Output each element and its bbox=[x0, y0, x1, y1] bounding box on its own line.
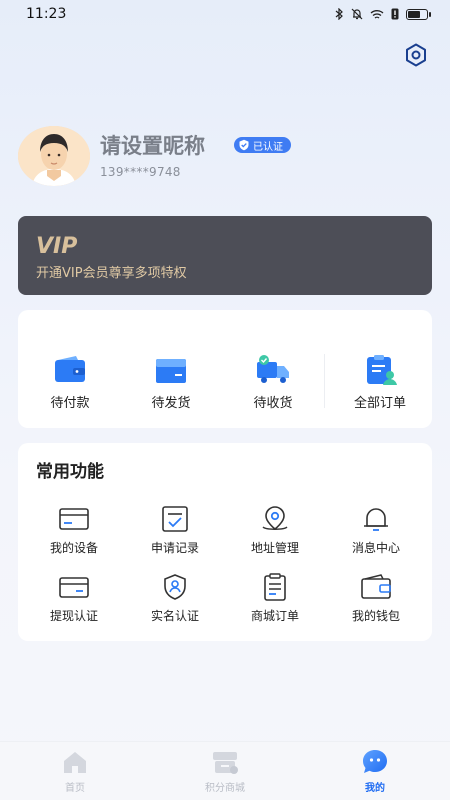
wallet-icon bbox=[55, 356, 85, 382]
order-label: 全部订单 bbox=[353, 396, 406, 411]
fn-my-wallet[interactable]: 我的钱包 bbox=[326, 573, 426, 624]
mine-icon bbox=[363, 750, 387, 773]
fn-label: 实名认证 bbox=[150, 609, 199, 623]
verified-label: 已认证 bbox=[253, 141, 283, 153]
bell-icon bbox=[364, 508, 388, 531]
fn-mall-orders[interactable]: 商城订单 bbox=[225, 573, 325, 624]
shield-user-icon bbox=[164, 574, 186, 600]
fn-message-center[interactable]: 消息中心 bbox=[326, 505, 426, 556]
vip-logo: VIP bbox=[36, 234, 77, 256]
fn-label: 商城订单 bbox=[250, 609, 299, 623]
tab-home[interactable]: 首页 bbox=[25, 748, 125, 794]
fn-label: 提现认证 bbox=[49, 609, 98, 623]
order-divider bbox=[324, 354, 325, 408]
nickname[interactable]: 请设置昵称 bbox=[100, 130, 205, 160]
orders-list-icon bbox=[367, 355, 397, 385]
vip-subtitle: 开通VIP会员尊享多项特权 bbox=[36, 266, 187, 281]
fn-my-devices[interactable]: 我的设备 bbox=[24, 505, 124, 556]
order-label: 待收货 bbox=[253, 396, 293, 411]
bluetooth-icon bbox=[335, 8, 343, 20]
avatar-illustration bbox=[18, 126, 90, 186]
svg-text:VIP: VIP bbox=[36, 234, 77, 256]
fn-label: 我的钱包 bbox=[351, 609, 400, 623]
truck-icon bbox=[257, 355, 289, 383]
fn-label: 申请记录 bbox=[150, 541, 199, 555]
record-icon bbox=[162, 506, 188, 532]
verified-badge: 已认证 bbox=[234, 137, 291, 153]
tab-points-mall[interactable]: 积分商城 bbox=[175, 748, 275, 794]
location-icon bbox=[262, 506, 288, 531]
wifi-icon bbox=[370, 9, 384, 19]
fn-real-name-verification[interactable]: 实名认证 bbox=[125, 573, 225, 624]
phone-number: 139****9748 bbox=[100, 165, 181, 179]
orders-card: 待付款 待发货 待收货 全部订单 bbox=[18, 310, 432, 428]
battery-icon bbox=[406, 8, 431, 20]
tab-label: 首页 bbox=[65, 783, 85, 794]
fn-label: 地址管理 bbox=[250, 541, 299, 555]
bottom-tab-bar: 首页 积分商城 我的 bbox=[0, 741, 450, 800]
profile-header[interactable]: 请设置昵称 已认证 139****9748 bbox=[18, 126, 432, 188]
settings-hex-icon[interactable] bbox=[403, 42, 429, 68]
tab-label: 积分商城 bbox=[205, 783, 245, 794]
clipboard-icon bbox=[264, 573, 286, 601]
status-time: 11:23 bbox=[26, 6, 67, 22]
points-mall-icon bbox=[213, 752, 238, 774]
card-icon bbox=[59, 577, 89, 598]
order-pending-receipt[interactable]: 待收货 bbox=[233, 354, 313, 411]
section-title: 常用功能 bbox=[36, 462, 104, 482]
fn-label: 消息中心 bbox=[351, 541, 400, 555]
wallet-outline-icon bbox=[361, 574, 391, 599]
order-all[interactable]: 全部订单 bbox=[340, 354, 420, 411]
fn-withdraw-verification[interactable]: 提现认证 bbox=[24, 573, 124, 624]
tab-mine[interactable]: 我的 bbox=[325, 748, 425, 794]
order-pending-payment[interactable]: 待付款 bbox=[30, 354, 110, 411]
status-icons bbox=[335, 8, 431, 20]
box-icon bbox=[156, 359, 186, 383]
order-label: 待付款 bbox=[50, 396, 90, 411]
avatar[interactable] bbox=[18, 126, 90, 186]
status-bar: 11:23 bbox=[0, 0, 450, 28]
mute-icon bbox=[351, 8, 363, 20]
vip-banner[interactable]: VIP 开通VIP会员尊享多项特权 bbox=[18, 216, 432, 295]
verified-check-icon bbox=[239, 139, 249, 151]
fn-address-management[interactable]: 地址管理 bbox=[225, 505, 325, 556]
fn-label: 我的设备 bbox=[49, 541, 98, 555]
tab-label: 我的 bbox=[365, 783, 385, 794]
device-icon bbox=[59, 508, 89, 530]
order-label: 待发货 bbox=[151, 396, 191, 411]
home-icon bbox=[64, 752, 86, 773]
fn-application-records[interactable]: 申请记录 bbox=[125, 505, 225, 556]
common-functions-card: 常用功能 我的设备 申请记录 地址管理 消息中心 提现认证 实名认证 商城订单 … bbox=[18, 443, 432, 641]
alert-icon bbox=[391, 8, 399, 20]
order-pending-shipment[interactable]: 待发货 bbox=[131, 354, 211, 411]
